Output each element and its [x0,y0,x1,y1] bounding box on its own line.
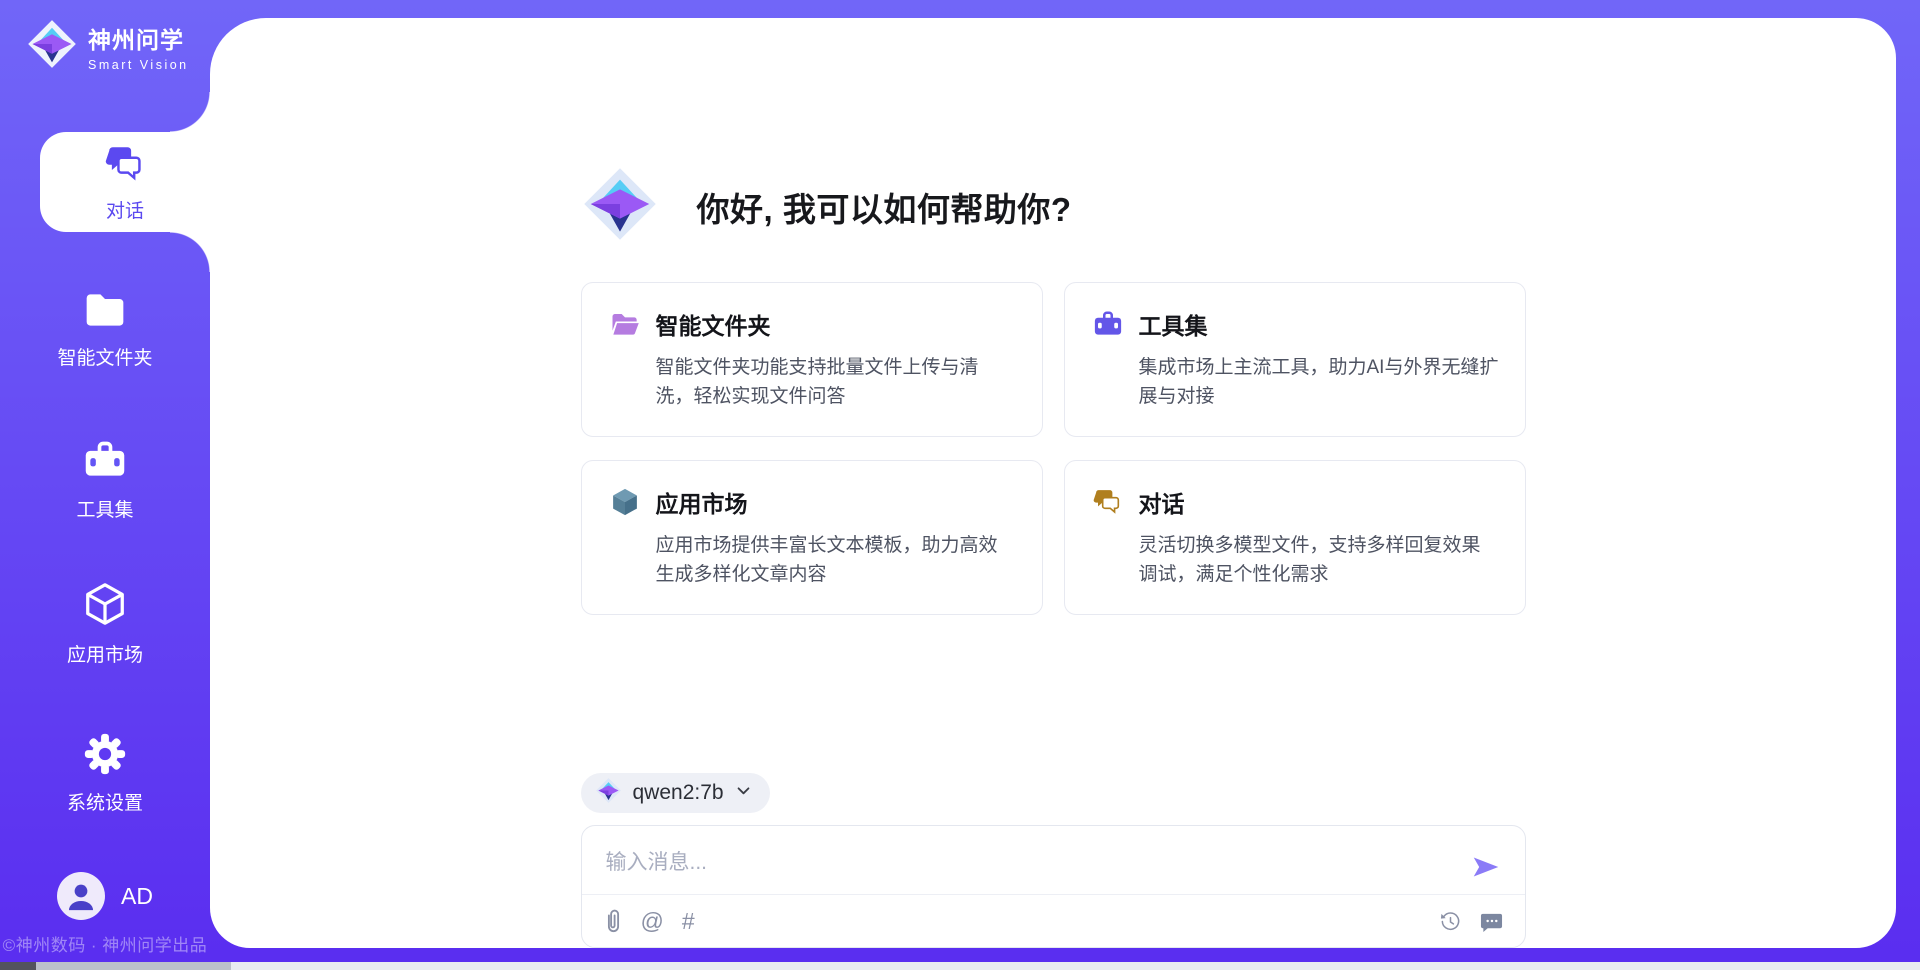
hash-icon[interactable]: # [682,910,695,933]
horizontal-scrollbar[interactable] [0,962,1920,970]
tab-fillet-bottom [170,232,210,272]
card-chat[interactable]: 对话 灵活切换多模型文件，支持多样回复效果调试，满足个性化需求 [1064,460,1526,615]
sidebar-item-label: 系统设置 [67,788,143,815]
card-title: 工具集 [1139,307,1499,341]
sidebar-item-app-market[interactable]: 应用市场 [0,581,210,667]
sidebar-item-toolset[interactable]: 工具集 [0,438,210,522]
composer-toolbar: @ # [582,895,1525,947]
toolbox-icon [1093,309,1139,412]
card-smart-folder[interactable]: 智能文件夹 智能文件夹功能支持批量文件上传与清洗，轻松实现文件问答 [581,282,1043,437]
brand-subtitle: Smart Vision [88,58,189,72]
app-market-icon [610,487,656,590]
send-icon[interactable] [1471,852,1501,882]
card-description: 智能文件夹功能支持批量文件上传与清洗，轻松实现文件问答 [656,353,1016,412]
content-column: 你好, 我可以如何帮助你? 智能文件夹 智能文件夹功能支持批量文件上传与清洗，轻… [581,18,1526,948]
sidebar-item-settings[interactable]: 系统设置 [0,733,210,815]
model-name: qwen2:7b [633,781,724,805]
at-icon[interactable]: @ [641,910,664,933]
user-account[interactable]: AD [0,872,210,920]
brand-diamond-icon [26,18,78,75]
card-app-market[interactable]: 应用市场 应用市场提供丰富长文本模板，助力高效生成多样化文章内容 [581,460,1043,615]
sidebar-item-chat[interactable]: 对话 [40,132,210,232]
scrollbar-edge [0,962,36,970]
scrollbar-thumb[interactable] [36,962,231,970]
brand-diamond-icon [581,165,659,248]
main-panel: 你好, 我可以如何帮助你? 智能文件夹 智能文件夹功能支持批量文件上传与清洗，轻… [210,18,1896,948]
sidebar-item-label: 应用市场 [67,640,143,667]
folder-open-icon [610,309,656,412]
chat-icon [1093,487,1139,590]
history-icon[interactable] [1439,910,1462,933]
feature-cards: 智能文件夹 智能文件夹功能支持批量文件上传与清洗，轻松实现文件问答 工具集 集成… [581,282,1526,615]
greeting-text: 你好, 我可以如何帮助你? [697,183,1072,231]
welcome-header: 你好, 我可以如何帮助你? [581,165,1526,248]
card-toolset[interactable]: 工具集 集成市场上主流工具，助力AI与外界无缝扩展与对接 [1064,282,1526,437]
card-title: 智能文件夹 [656,307,1016,341]
brand-diamond-icon [595,777,622,809]
model-selector[interactable]: qwen2:7b [581,773,770,813]
copyright-text: ©神州数码 · 神州问学出品 [0,931,210,956]
user-name: AD [121,883,153,910]
message-composer: @ # [581,825,1526,948]
toolbox-icon [83,438,127,488]
avatar [57,872,105,920]
chat-icon [104,142,146,190]
folder-icon [83,290,127,336]
sidebar-item-label: 对话 [106,196,144,223]
sidebar: 神州问学 Smart Vision 对话 智能文件夹 [0,0,210,970]
sidebar-item-label: 工具集 [76,495,133,522]
card-title: 应用市场 [656,485,1016,519]
brand-name: 神州问学 [88,21,189,55]
sidebar-item-label: 智能文件夹 [57,343,152,370]
paperclip-icon[interactable] [604,909,623,933]
chevron-down-icon [735,782,752,804]
cube-icon [82,581,128,633]
message-icon[interactable] [1480,910,1503,933]
message-input[interactable] [582,826,1525,894]
card-description: 灵活切换多模型文件，支持多样回复效果调试，满足个性化需求 [1139,531,1499,590]
brand-logo: 神州问学 Smart Vision [26,18,189,75]
card-description: 集成市场上主流工具，助力AI与外界无缝扩展与对接 [1139,353,1499,412]
card-description: 应用市场提供丰富长文本模板，助力高效生成多样化文章内容 [656,531,1016,590]
gear-icon [84,733,126,781]
card-title: 对话 [1139,485,1499,519]
tab-fillet-top [170,92,210,132]
sidebar-item-smart-folder[interactable]: 智能文件夹 [0,290,210,370]
